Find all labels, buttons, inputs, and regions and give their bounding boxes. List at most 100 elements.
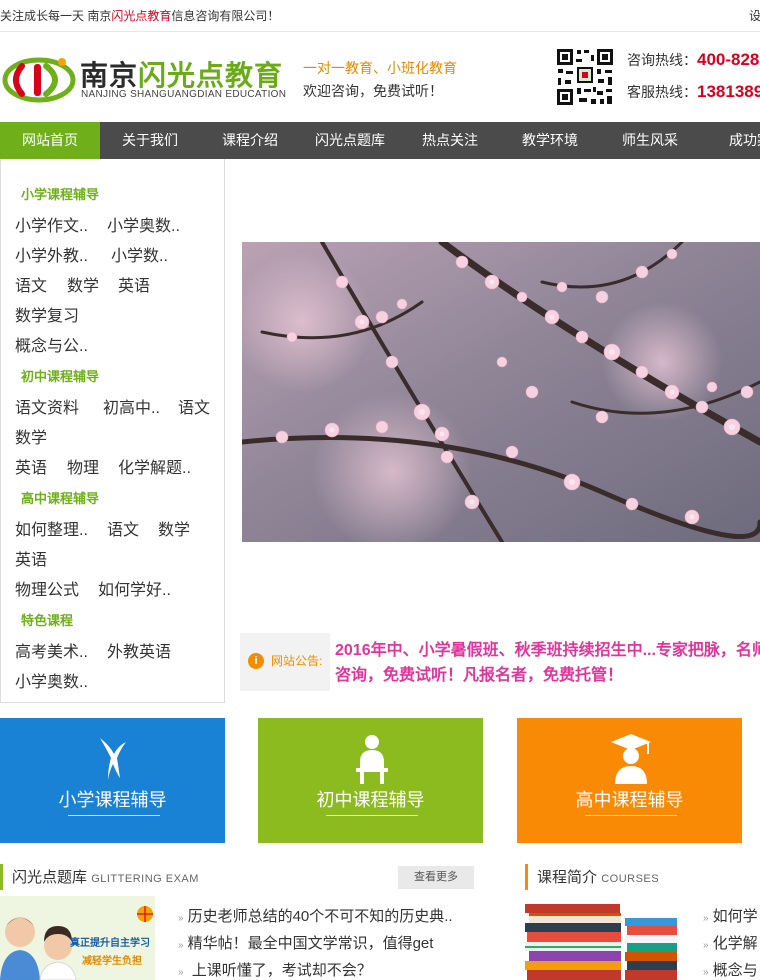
- sidebar-link[interactable]: 数学: [15, 424, 47, 448]
- tile-label: 高中课程辅导: [575, 790, 684, 810]
- logo-title[interactable]: 南京闪光点教育: [80, 54, 283, 94]
- hotline-consult-label: 咨询热线：: [627, 52, 697, 68]
- exam-title-cn: 闪光点题库: [12, 869, 88, 886]
- tagline-secondary: 欢迎咨询，免费试听！: [303, 83, 443, 99]
- info-icon: i: [248, 653, 264, 669]
- sidebar-link[interactable]: 如何学好..: [98, 576, 171, 600]
- tagline-primary: 一对一教育、小班化教育: [303, 60, 457, 76]
- slogan-prefix: 关注成长每一天 南京: [0, 9, 112, 23]
- sidebar-link[interactable]: 物理: [67, 454, 99, 478]
- exam-list: » 历史老师总结的40个不可不知的历史典.. » 精华帖！最全中国文学常识，值得ge…: [178, 905, 453, 980]
- tile-label: 初中课程辅导: [316, 790, 425, 810]
- logo-icon[interactable]: [2, 52, 76, 104]
- course-item-label: 概念与: [712, 962, 758, 979]
- bullet-icon: »: [178, 913, 184, 924]
- dancing-figure-icon: [100, 738, 126, 780]
- sidebar-link[interactable]: 英语: [15, 454, 47, 478]
- list-item[interactable]: » 历史老师总结的40个不可不知的历史典..: [178, 905, 453, 932]
- hotline-consult: 咨询热线：400-828: [627, 50, 759, 70]
- sidebar-link[interactable]: 小学奥数..: [107, 212, 180, 236]
- sidebar-link[interactable]: 数学: [67, 272, 99, 296]
- sidebar-link[interactable]: 概念与公..: [15, 332, 88, 356]
- course-item-label: 如何学: [712, 908, 758, 925]
- list-item[interactable]: » 概念与: [703, 959, 758, 980]
- tile-high-course[interactable]: 高中课程辅导: [517, 718, 742, 843]
- exam-item-label: 精华帖！最全中国文学常识，值得get: [187, 935, 434, 952]
- bullet-icon: »: [703, 967, 709, 978]
- banner-image[interactable]: [242, 242, 760, 542]
- exam-item-label: 上课听懂了，考试却不会？: [191, 962, 372, 979]
- hotline-service: 客服热线：1381389: [627, 82, 760, 102]
- hotline-service-label: 客服热线：: [627, 84, 697, 100]
- exam-title-en: GLITTERING EXAM: [91, 873, 199, 885]
- nav-exam-bank[interactable]: 闪光点题库: [300, 122, 400, 159]
- books-image[interactable]: [523, 898, 681, 980]
- nav-courses[interactable]: 课程介绍: [200, 122, 300, 159]
- sidebar-link[interactable]: 物理公式: [15, 576, 79, 600]
- list-item[interactable]: » 如何学: [703, 905, 758, 932]
- list-item[interactable]: » 精华帖！最全中国文学常识，值得get: [178, 932, 453, 959]
- more-button[interactable]: 查看更多: [398, 866, 474, 889]
- bullet-icon: »: [178, 940, 184, 951]
- sidebar-link[interactable]: 初高中..: [103, 394, 160, 418]
- nav-environment[interactable]: 教学环境: [500, 122, 600, 159]
- tile-divider: [68, 815, 160, 816]
- tile-primary-course[interactable]: 小学课程辅导: [0, 718, 225, 843]
- sidebar-link[interactable]: 数学复习: [15, 302, 79, 326]
- main-nav: 网站首页 关于我们 课程介绍 闪光点题库 热点关注 教学环境 师生风采 成功案: [0, 122, 760, 159]
- sidebar-link[interactable]: 小学数..: [111, 242, 168, 266]
- sidebar-link[interactable]: 英语: [15, 546, 47, 570]
- graduate-cap-icon: [611, 734, 651, 784]
- slogan-brand: 闪光点教育: [111, 9, 172, 23]
- bullet-icon: »: [703, 913, 709, 924]
- slogan-suffix: 信息咨询有限公司！: [171, 9, 280, 23]
- sidebar-link[interactable]: 小学作文..: [15, 212, 88, 236]
- exam-image-text-1: 真正提升自主学习: [70, 938, 150, 949]
- sidebar-link[interactable]: 语文: [15, 272, 47, 296]
- courses-title-cn: 课程简介: [537, 869, 598, 886]
- sidebar-link[interactable]: 数学: [158, 516, 190, 540]
- logo-title-green: 闪光点教育: [138, 60, 284, 91]
- sidebar-link[interactable]: 小学奥数..: [15, 668, 88, 692]
- site-notice: i 网站公告: 2016年中、小学暑假班、秋季班持续招生中...专家把脉，名师 …: [240, 633, 760, 691]
- nav-about[interactable]: 关于我们: [100, 122, 200, 159]
- tile-middle-course[interactable]: 初中课程辅导: [258, 718, 483, 843]
- nav-gallery[interactable]: 师生风采: [600, 122, 700, 159]
- exam-image[interactable]: 真正提升自主学习 减轻学生负担: [0, 896, 155, 980]
- sidebar-link[interactable]: 语文资料: [15, 394, 79, 418]
- hotline-consult-number: 400-828: [697, 50, 760, 69]
- nav-hot-topics[interactable]: 热点关注: [400, 122, 500, 159]
- sidebar-link[interactable]: 外教英语: [107, 638, 171, 662]
- course-item-label: 化学解: [712, 935, 758, 952]
- exam-item-label: 历史老师总结的40个不可不知的历史典..: [187, 908, 453, 925]
- notice-line-1: 2016年中、小学暑假班、秋季班持续招生中...专家把脉，名师: [335, 642, 760, 659]
- nav-cases[interactable]: 成功案: [700, 122, 760, 159]
- tile-divider: [326, 815, 418, 816]
- sidebar-link[interactable]: 化学解题..: [118, 454, 191, 478]
- category-high[interactable]: 高中课程辅导: [21, 488, 99, 507]
- top-right-link[interactable]: 设: [749, 0, 760, 31]
- student-desk-icon: [356, 735, 388, 784]
- list-item[interactable]: » 上课听懂了，考试却不会？: [178, 959, 453, 980]
- site-header: 南京闪光点教育 NANJING SHANGUANGDIAN EDUCATION …: [0, 32, 760, 122]
- course-sidebar: 小学课程辅导 小学作文.. 小学奥数.. 小学外教.. 小学数.. 语文 数学 …: [0, 159, 225, 703]
- sidebar-link[interactable]: 高考美术..: [15, 638, 88, 662]
- sidebar-link[interactable]: 如何整理..: [15, 516, 88, 540]
- notice-label: 网站公告:: [271, 654, 323, 668]
- sidebar-link[interactable]: 语文: [107, 516, 139, 540]
- notice-text[interactable]: 2016年中、小学暑假班、秋季班持续招生中...专家把脉，名师 咨询，免费试听！…: [335, 638, 760, 688]
- category-special[interactable]: 特色课程: [21, 610, 73, 629]
- bullet-icon: »: [703, 940, 709, 951]
- list-item[interactable]: » 化学解: [703, 932, 758, 959]
- notice-line-2: 咨询，免费试听！凡报名者，免费托管！: [335, 667, 624, 684]
- nav-home[interactable]: 网站首页: [0, 122, 100, 159]
- sidebar-link[interactable]: 语文: [178, 394, 210, 418]
- logo-title-dark: 南京: [80, 60, 139, 91]
- sidebar-link[interactable]: 英语: [118, 272, 150, 296]
- category-primary[interactable]: 小学课程辅导: [21, 184, 99, 203]
- top-slogan: 关注成长每一天 南京闪光点教育信息咨询有限公司！: [0, 0, 280, 31]
- qr-code-icon: [555, 47, 615, 107]
- courses-section-marker: [525, 864, 528, 890]
- sidebar-link[interactable]: 小学外教..: [15, 242, 88, 266]
- category-middle[interactable]: 初中课程辅导: [21, 366, 99, 385]
